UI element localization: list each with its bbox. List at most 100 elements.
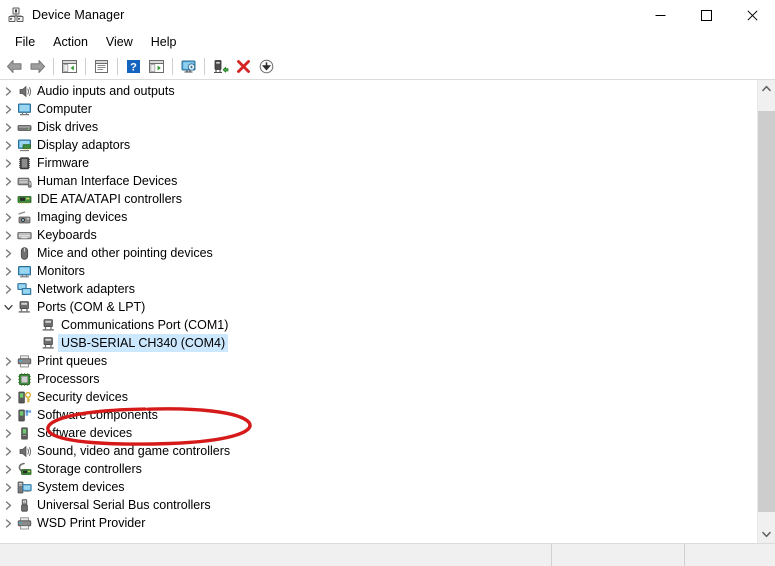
tree-row-processors[interactable]: Processors xyxy=(0,370,757,388)
forward-button[interactable] xyxy=(26,55,49,77)
chevron-right-icon[interactable] xyxy=(0,460,16,478)
properties-icon xyxy=(95,59,108,73)
vertical-scrollbar[interactable] xyxy=(757,80,775,543)
chevron-right-icon[interactable] xyxy=(0,118,16,136)
menu-action[interactable]: Action xyxy=(44,33,97,51)
tree-row-keyboards[interactable]: Keyboards xyxy=(0,226,757,244)
tree-row-ports-com-and-lpt[interactable]: Ports (COM & LPT) xyxy=(0,298,757,316)
tree-row-mice-and-other-pointing-devices[interactable]: Mice and other pointing devices xyxy=(0,244,757,262)
tree-row-display-adaptors[interactable]: Display adaptors xyxy=(0,136,757,154)
network-adapter-icon xyxy=(16,281,32,297)
menu-bar: File Action View Help xyxy=(0,30,775,53)
update-driver-button[interactable] xyxy=(177,55,200,77)
port-connector-icon xyxy=(40,317,56,333)
minimize-icon xyxy=(655,14,665,16)
chevron-right-icon[interactable] xyxy=(0,154,16,172)
tree-row-firmware[interactable]: Firmware xyxy=(0,154,757,172)
system-device-icon xyxy=(16,479,32,495)
tree-row-disk-drives[interactable]: Disk drives xyxy=(0,118,757,136)
tree-row-wsd-print-provider[interactable]: WSD Print Provider xyxy=(0,514,757,532)
tree-row-monitors[interactable]: Monitors xyxy=(0,262,757,280)
tree-row-storage-controllers[interactable]: Storage controllers xyxy=(0,460,757,478)
tree-row-label: Software components xyxy=(37,408,158,422)
chevron-right-icon[interactable] xyxy=(0,478,16,496)
tree-row-label: Imaging devices xyxy=(37,210,128,224)
enable-device-button[interactable] xyxy=(209,55,232,77)
tree-row-label: Ports (COM & LPT) xyxy=(37,300,146,314)
tree-row-label: Keyboards xyxy=(37,228,97,242)
keyboard-icon xyxy=(16,227,32,243)
arrow-right-icon xyxy=(30,59,45,73)
chevron-right-icon[interactable] xyxy=(0,442,16,460)
tree-row-sound-video-and-game-controllers[interactable]: Sound, video and game controllers xyxy=(0,442,757,460)
toolbar-separator xyxy=(204,57,205,75)
chevron-right-icon[interactable] xyxy=(0,280,16,298)
tree-row-ide-ata-atapi-controllers[interactable]: IDE ATA/ATAPI controllers xyxy=(0,190,757,208)
chevron-right-icon[interactable] xyxy=(0,100,16,118)
device-tree[interactable]: Audio inputs and outputs Computer Disk d… xyxy=(0,80,757,543)
properties-button[interactable] xyxy=(90,55,113,77)
tree-row-software-components[interactable]: Software components xyxy=(0,406,757,424)
uninstall-device-button[interactable] xyxy=(232,55,255,77)
chevron-right-icon[interactable] xyxy=(0,388,16,406)
device-manager-icon xyxy=(8,7,24,23)
content-area: Audio inputs and outputs Computer Disk d… xyxy=(0,80,775,543)
tree-row-label: Monitors xyxy=(37,264,85,278)
scroll-down-button[interactable] xyxy=(758,526,775,543)
tree-row-label: Security devices xyxy=(37,390,129,404)
close-button[interactable] xyxy=(729,0,775,30)
tree-row-usb-serial-ch340-com4[interactable]: USB-SERIAL CH340 (COM4) xyxy=(0,334,757,352)
chevron-right-icon[interactable] xyxy=(0,406,16,424)
camera-icon xyxy=(16,209,32,225)
help-button[interactable]: ? xyxy=(122,55,145,77)
chevron-right-icon[interactable] xyxy=(0,226,16,244)
chevron-right-icon[interactable] xyxy=(0,370,16,388)
tree-row-software-devices[interactable]: Software devices xyxy=(0,424,757,442)
menu-help[interactable]: Help xyxy=(142,33,186,51)
tree-row-computer[interactable]: Computer xyxy=(0,100,757,118)
chevron-down-icon[interactable] xyxy=(0,298,16,316)
chevron-right-icon[interactable] xyxy=(0,352,16,370)
device-manager-window: Device Manager File Action View Help ? A… xyxy=(0,0,775,566)
tree-row-system-devices[interactable]: System devices xyxy=(0,478,757,496)
tree-row-label: Network adapters xyxy=(37,282,135,296)
tree-row-security-devices[interactable]: Security devices xyxy=(0,388,757,406)
chevron-right-icon[interactable] xyxy=(0,136,16,154)
tree-row-universal-serial-bus-controllers[interactable]: Universal Serial Bus controllers xyxy=(0,496,757,514)
chevron-right-icon[interactable] xyxy=(0,82,16,100)
tree-row-imaging-devices[interactable]: Imaging devices xyxy=(0,208,757,226)
port-connector-icon xyxy=(40,335,56,351)
svg-text:?: ? xyxy=(130,61,137,73)
scroll-up-button[interactable] xyxy=(758,80,775,97)
chevron-right-icon[interactable] xyxy=(0,424,16,442)
tree-row-network-adapters[interactable]: Network adapters xyxy=(0,280,757,298)
tree-row-label: System devices xyxy=(37,480,125,494)
chevron-right-icon[interactable] xyxy=(0,244,16,262)
chevron-right-icon[interactable] xyxy=(0,496,16,514)
disable-device-button[interactable] xyxy=(255,55,278,77)
chevron-right-icon[interactable] xyxy=(0,208,16,226)
maximize-button[interactable] xyxy=(683,0,729,30)
back-button[interactable] xyxy=(3,55,26,77)
chevron-right-icon[interactable] xyxy=(0,172,16,190)
scan-hardware-changes-button[interactable] xyxy=(145,55,168,77)
minimize-button[interactable] xyxy=(637,0,683,30)
tree-row-audio-inputs-and-outputs[interactable]: Audio inputs and outputs xyxy=(0,82,757,100)
menu-file[interactable]: File xyxy=(6,33,44,51)
menu-view[interactable]: View xyxy=(97,33,142,51)
tree-row-label: Disk drives xyxy=(37,120,99,134)
show-hide-console-tree-button[interactable] xyxy=(58,55,81,77)
scan-hardware-icon xyxy=(149,59,164,73)
tree-row-label: Computer xyxy=(37,102,92,116)
chevron-right-icon[interactable] xyxy=(0,262,16,280)
tree-row-human-interface-devices[interactable]: Human Interface Devices xyxy=(0,172,757,190)
chevron-right-icon[interactable] xyxy=(0,190,16,208)
tree-row-communications-port-com1[interactable]: Communications Port (COM1) xyxy=(0,316,757,334)
tree-row-print-queues[interactable]: Print queues xyxy=(0,352,757,370)
port-connector-icon xyxy=(16,299,32,315)
chevron-right-icon[interactable] xyxy=(0,514,16,532)
tree-row-label: USB-SERIAL CH340 (COM4) xyxy=(58,334,229,352)
computer-monitor-icon xyxy=(16,101,32,117)
scrollbar-track[interactable] xyxy=(758,97,775,526)
scrollbar-thumb[interactable] xyxy=(758,111,775,512)
